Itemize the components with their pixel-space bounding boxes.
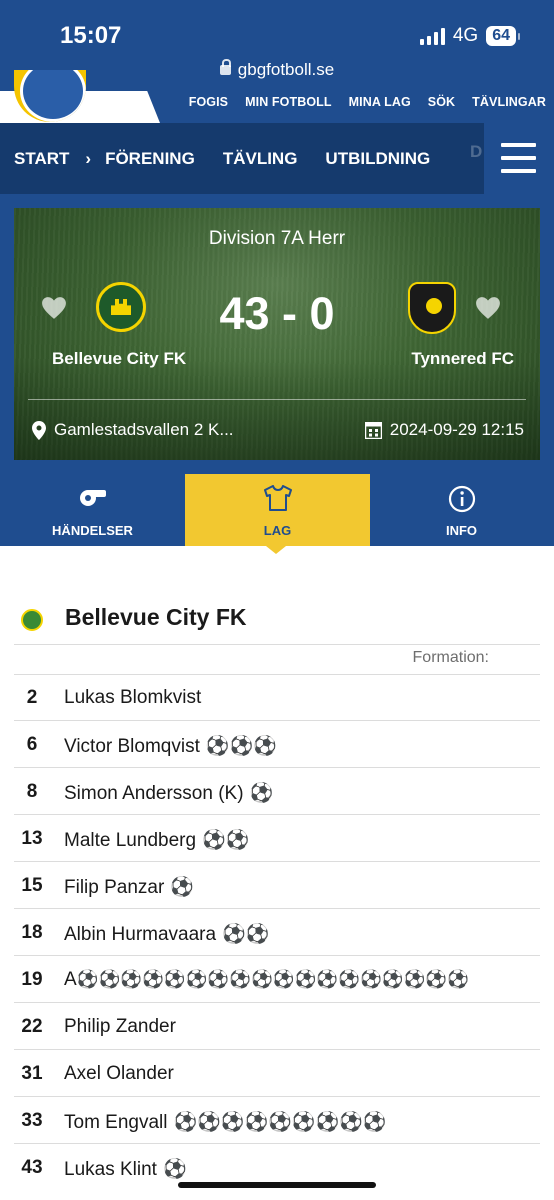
away-team-name[interactable]: Tynnered FC [411,349,514,369]
goal-icons: ⚽ [162,1159,187,1180]
goal-icons: ⚽⚽⚽⚽⚽⚽⚽⚽⚽⚽⚽⚽⚽⚽⚽⚽⚽⚽ [76,969,469,989]
team-logo [21,609,43,631]
datetime-text: 2024-09-29 12:15 [389,420,524,439]
lock-icon [219,59,231,75]
goal-icons: ⚽⚽ [222,924,270,945]
player-name: A [64,969,77,990]
active-tab-indicator [266,546,286,554]
player-name: Axel Olander [64,1063,174,1084]
whistle-icon [79,490,106,506]
lineup-team-name: Bellevue City FK [65,604,247,630]
player-row[interactable]: 19 A⚽⚽⚽⚽⚽⚽⚽⚽⚽⚽⚽⚽⚽⚽⚽⚽⚽⚽ [14,956,540,1003]
player-name: Philip Zander [64,1016,176,1037]
link-tavlingar[interactable]: TÄVLINGAR [472,95,546,109]
venue-text: Gamlestadsvallen 2 K... [54,420,234,439]
network-type: 4G [452,25,479,46]
nav-tavling[interactable]: TÄVLING [223,149,298,169]
location-pin-icon [32,420,46,440]
status-time: 15:07 [60,22,122,49]
player-number: 19 [21,969,43,990]
player-name: Victor Blomqvist [64,736,200,757]
goal-icons: ⚽ [249,783,274,804]
match-card: Division 7A Herr 43 - 0 Bellevue City FK… [14,208,540,460]
tab-label: LAG [263,523,292,538]
player-row[interactable]: 2 Lukas Blomkvist [14,674,540,721]
player-number: 33 [21,1110,43,1131]
divider [28,399,526,400]
player-row[interactable]: 15 Filip Panzar ⚽ [14,862,540,909]
match-datetime: 2024-09-29 12:15 [364,420,524,440]
player-number: 8 [26,781,38,802]
status-indicators: 4G 64 [419,25,520,47]
link-min-fotboll[interactable]: MIN FOTBOLL [245,95,332,109]
url-text: gbgfotboll.se [237,60,335,79]
player-row[interactable]: 22 Philip Zander [14,1003,540,1050]
calendar-icon [364,421,382,439]
division-title: Division 7A Herr [208,228,346,249]
player-number: 18 [21,922,43,943]
nav-overflow-item[interactable]: D [470,142,482,162]
home-indicator[interactable] [178,1182,376,1188]
player-list: 2 Lukas Blomkvist 6 Victor Blomqvist ⚽⚽⚽ 8S… [14,674,540,1191]
player-row[interactable]: 18 Albin Hurmavaara ⚽⚽ [14,909,540,956]
tab-label: HÄNDELSER [52,523,133,538]
top-links: FOGIS MIN FOTBOLL MINA LAG SÖK TÄVLINGAR [189,95,546,109]
tab-info[interactable]: INFO [369,474,554,546]
away-team-logo [408,282,456,334]
tab-label: INFO [445,523,478,538]
info-icon [448,485,475,513]
tab-handelser[interactable]: HÄNDELSER [0,474,185,546]
home-team-name[interactable]: Bellevue City FK [52,349,186,369]
divider [14,644,540,645]
player-number: 13 [21,828,43,849]
tab-lag[interactable]: LAG [185,474,370,546]
player-row[interactable]: 33 Tom Engvall ⚽⚽⚽⚽⚽⚽⚽⚽⚽ [14,1097,540,1144]
player-number: 31 [21,1063,43,1084]
player-name: Simon Andersson (K) [64,783,244,804]
player-name: Lukas Blomkvist [64,687,202,708]
player-number: 15 [21,875,43,896]
match-score: 43 - 0 [219,288,335,339]
goal-icons: ⚽⚽⚽ [205,736,277,757]
link-mina-lag[interactable]: MINA LAG [349,95,411,109]
venue[interactable]: Gamlestadsvallen 2 K... [32,420,234,440]
player-name: Albin Hurmavaara [64,924,217,945]
player-number: 2 [26,687,38,708]
player-name: Lukas Klint [64,1159,157,1180]
signal-icon [419,27,445,45]
nav-start[interactable]: START [14,149,69,169]
goal-icons: ⚽ [170,877,194,898]
formation-label: Formation: [412,649,489,666]
goal-icons: ⚽⚽ [202,830,250,851]
player-number: 6 [26,734,38,755]
link-fogis[interactable]: FOGIS [189,95,228,109]
chevron-right-icon: › [85,149,92,168]
link-sok[interactable]: SÖK [428,95,455,109]
player-name: Malte Lundberg [64,830,197,851]
nav-utbildning[interactable]: UTBILDNING [325,149,430,169]
nav-forening[interactable]: FÖRENING [105,149,195,169]
player-row[interactable]: 6 Victor Blomqvist ⚽⚽⚽ [14,721,540,768]
shirt-icon [263,485,292,511]
hamburger-menu-icon[interactable] [484,123,554,194]
player-row[interactable]: 31 Axel Olander [14,1050,540,1097]
favorite-heart-icon[interactable] [475,296,501,320]
player-row[interactable]: 13 Malte Lundberg ⚽⚽ [14,815,540,862]
player-name: Filip Panzar [64,877,165,898]
player-number: 43 [21,1157,43,1178]
battery-icon: 64 [486,26,520,46]
player-name: Tom Engvall [64,1112,168,1133]
goal-icons: ⚽⚽⚽⚽⚽⚽⚽⚽⚽ [173,1112,387,1133]
player-row[interactable]: 8 Simon Andersson (K) ⚽ [14,768,540,815]
player-number: 22 [21,1016,43,1037]
